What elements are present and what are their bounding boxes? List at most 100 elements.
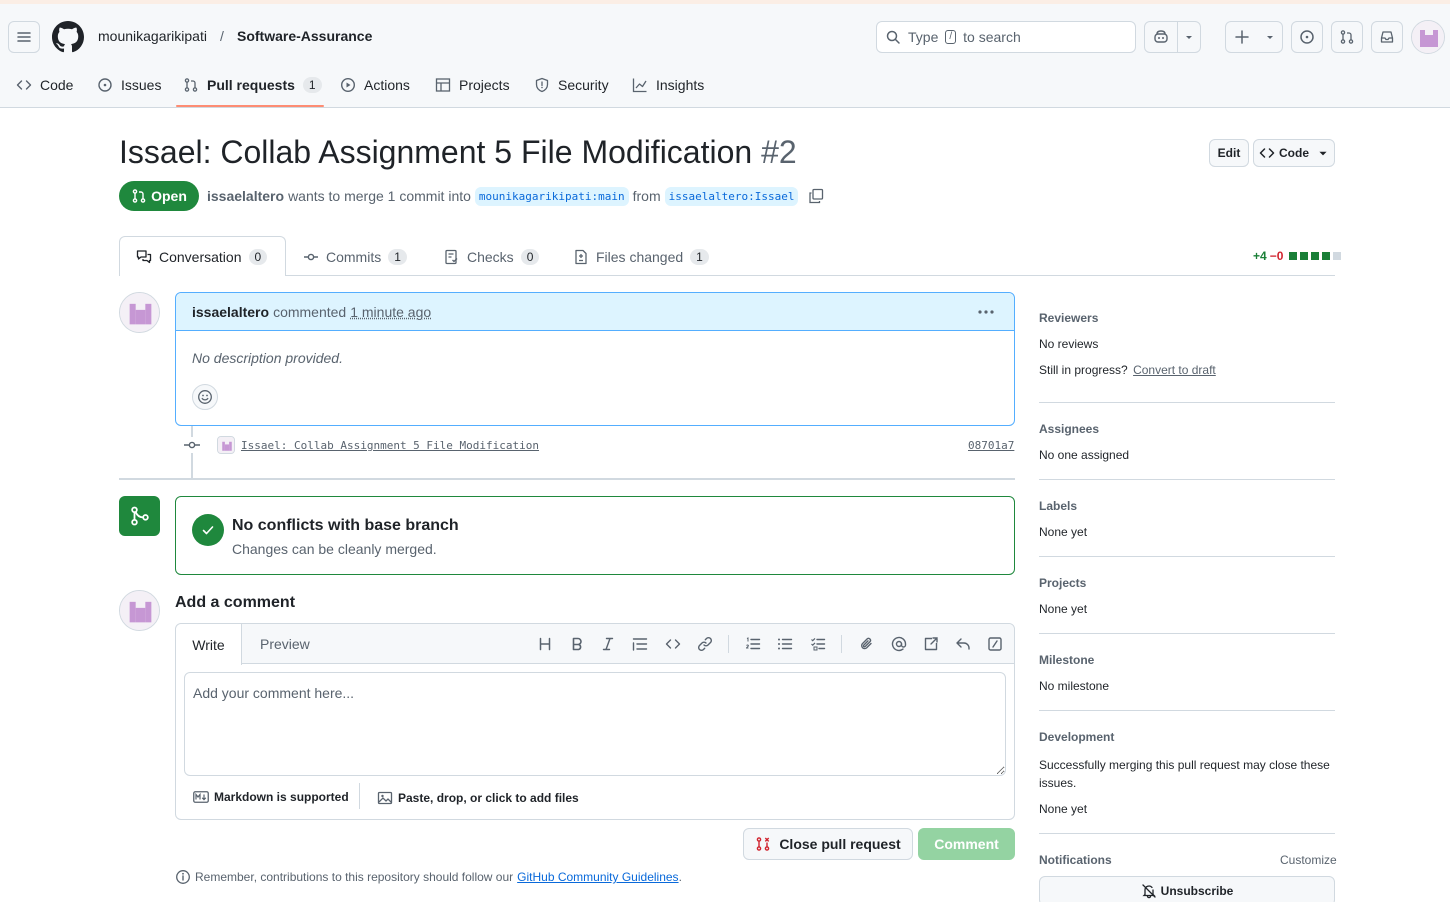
inbox-icon — [1380, 31, 1394, 43]
plus-caret-segment — [1258, 22, 1282, 52]
italic-button[interactable] — [598, 634, 618, 654]
tab-issues[interactable]: Issues — [97, 72, 161, 98]
menu-button[interactable] — [8, 21, 40, 53]
customize-notifications-link[interactable]: Customize — [1280, 853, 1337, 867]
task-list-button[interactable] — [808, 634, 828, 654]
sidebar-development-title[interactable]: Development — [1039, 730, 1114, 744]
toolbar-divider — [728, 635, 729, 653]
tab-insights[interactable]: Insights — [632, 72, 704, 98]
heading-button[interactable] — [535, 634, 555, 654]
heading-icon — [539, 637, 551, 651]
tab-security[interactable]: Security — [534, 72, 609, 98]
unsubscribe-button[interactable]: Unsubscribe — [1039, 876, 1335, 902]
add-reaction-button[interactable] — [192, 384, 218, 410]
commit-author-avatar[interactable] — [217, 436, 235, 454]
tab-files-changed-label: Files changed — [596, 249, 684, 265]
identicon-avatar-icon — [120, 591, 159, 630]
comment-author[interactable]: issaelaltero — [192, 304, 269, 320]
quote-button[interactable] — [630, 634, 650, 654]
pull-requests-shortcut-button[interactable] — [1331, 21, 1363, 53]
tab-write[interactable]: Write — [176, 624, 242, 665]
diffstat: +4 −0 — [1253, 249, 1342, 263]
reply-button[interactable] — [953, 634, 973, 654]
commit-message-link[interactable]: Issael: Collab Assignment 5 File Modific… — [241, 439, 539, 452]
cross-reference-button[interactable] — [921, 634, 941, 654]
tab-checks[interactable]: Checks 0 — [444, 247, 540, 267]
mention-button[interactable] — [889, 634, 909, 654]
guidelines-link[interactable]: GitHub Community Guidelines — [517, 870, 678, 884]
diff-modified-icon — [988, 637, 1002, 651]
convert-to-draft-link[interactable]: Convert to draft — [1133, 363, 1216, 377]
link-icon — [697, 636, 713, 652]
unordered-list-button[interactable] — [775, 634, 795, 654]
git-commit-icon — [184, 441, 200, 449]
copilot-button[interactable] — [1144, 21, 1201, 53]
tab-code[interactable]: Code — [16, 72, 73, 98]
inbox-button[interactable] — [1371, 21, 1403, 53]
sidebar-projects-title[interactable]: Projects — [1039, 576, 1086, 590]
bold-button[interactable] — [567, 634, 587, 654]
tab-files-changed[interactable]: Files changed 1 — [573, 247, 709, 267]
commit-sha-link[interactable]: 08701a7 — [968, 439, 1014, 452]
create-new-button[interactable] — [1225, 21, 1283, 53]
user-avatar[interactable] — [1411, 20, 1445, 54]
code-button[interactable] — [663, 634, 683, 654]
tab-conversation[interactable]: Conversation 0 — [136, 247, 268, 267]
base-branch[interactable]: mounikagarikipati:main — [474, 186, 629, 206]
hamburger-icon — [17, 32, 31, 42]
link-button[interactable] — [695, 634, 715, 654]
github-logo[interactable] — [52, 21, 84, 53]
tab-preview[interactable]: Preview — [260, 636, 310, 652]
sidebar-milestone-value: No milestone — [1039, 679, 1110, 693]
ordered-list-button[interactable] — [743, 634, 763, 654]
breadcrumb-separator: / — [220, 28, 224, 44]
search-input[interactable]: Type / to search — [876, 21, 1136, 53]
pull-requests-count-badge: 1 — [302, 77, 322, 93]
check-icon — [202, 526, 214, 535]
still-in-progress-text: Still in progress? — [1039, 363, 1128, 377]
sidebar-milestone-title[interactable]: Milestone — [1039, 653, 1094, 667]
sidebar-reviewers-title[interactable]: Reviewers — [1039, 311, 1098, 325]
copy-icon[interactable] — [808, 188, 824, 204]
mention-icon — [891, 636, 907, 652]
tab-commits[interactable]: Commits 1 — [303, 247, 407, 267]
tab-projects[interactable]: Projects — [435, 72, 510, 98]
comment-timestamp[interactable]: 1 minute ago — [350, 304, 431, 320]
tab-pull-requests[interactable]: Pull requests 1 — [183, 72, 322, 98]
attach-button[interactable] — [857, 634, 877, 654]
markdown-icon — [193, 791, 209, 803]
comment-textarea[interactable] — [184, 672, 1006, 776]
sidebar-labels-title[interactable]: Labels — [1039, 499, 1077, 513]
close-pull-request-button[interactable]: Close pull request — [743, 828, 913, 860]
sidebar-assignees-title[interactable]: Assignees — [1039, 422, 1099, 436]
code-dropdown-button[interactable]: Code — [1253, 139, 1335, 167]
head-branch[interactable]: issaelaltero:Issael — [664, 186, 799, 206]
slash-commands-button[interactable] — [985, 634, 1005, 654]
tasklist-icon — [811, 637, 826, 651]
tab-actions[interactable]: Actions — [340, 72, 410, 98]
search-suffix: to search — [963, 29, 1021, 45]
triangle-down-icon — [1319, 151, 1327, 156]
list-ordered-icon — [745, 637, 761, 650]
diffstat-block — [1311, 252, 1320, 260]
breadcrumb-repo[interactable]: Software-Assurance — [237, 28, 372, 44]
edit-title-button[interactable]: Edit — [1209, 139, 1249, 167]
paperclip-icon — [861, 637, 872, 650]
github-mark-icon — [52, 21, 84, 53]
breadcrumb-owner[interactable]: mounikagarikipati — [98, 28, 207, 44]
toolbar-divider — [841, 635, 842, 653]
comment-submit-button[interactable]: Comment — [918, 828, 1015, 860]
comment-options-button[interactable] — [976, 304, 996, 320]
copilot-main[interactable] — [1145, 22, 1177, 52]
pr-author-link[interactable]: issaelaltero — [207, 188, 284, 204]
markdown-support-note[interactable]: Markdown is supported — [193, 790, 349, 804]
current-user-avatar[interactable] — [119, 590, 160, 631]
comment-submit-label: Comment — [934, 836, 999, 852]
comment-editor: Write Preview Markdown is supported Past… — [175, 623, 1015, 820]
issues-shortcut-button[interactable] — [1291, 21, 1323, 53]
comment-discussion-icon — [136, 250, 152, 264]
tab-actions-label: Actions — [364, 77, 410, 93]
copilot-dropdown[interactable] — [1177, 22, 1200, 52]
add-files-note[interactable]: Paste, drop, or click to add files — [377, 790, 579, 806]
comment-author-avatar[interactable] — [119, 292, 160, 333]
